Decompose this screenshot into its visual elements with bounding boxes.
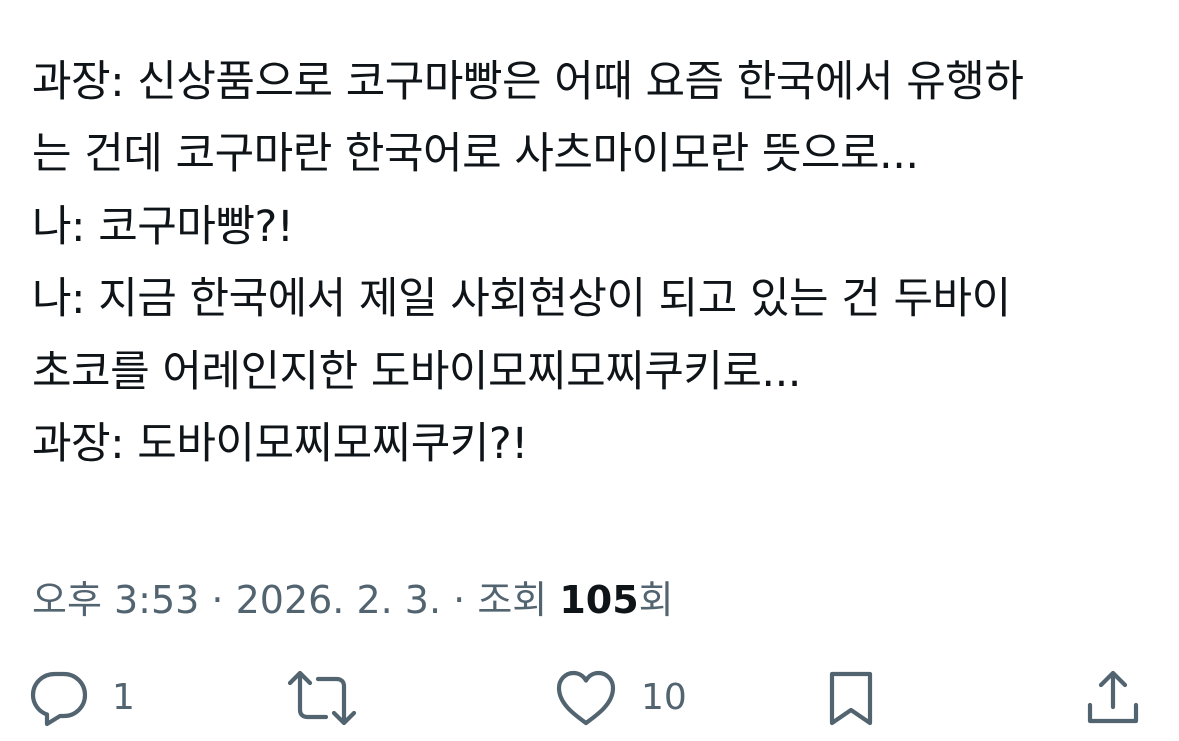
reply-button[interactable]: 1	[28, 660, 135, 736]
retweet-button[interactable]	[286, 660, 380, 736]
tweet-text-line: 과장: 신상품으로 코구마빵은 어때 요즘 한국에서 유행하	[32, 57, 1024, 107]
reply-count: 1	[112, 677, 135, 718]
heart-icon	[553, 667, 619, 729]
meta-separator: ·	[441, 578, 478, 622]
bookmark-icon	[823, 667, 879, 729]
tweet-text-line: 는 건데 코구마란 한국어로 사츠마이모란 뜻으로...	[32, 129, 919, 180]
tweet-time[interactable]: 오후 3:53	[32, 578, 199, 622]
tweet-text-line: 초코를 어레인지한 도바이모찌모찌쿠키로...	[32, 346, 801, 397]
tweet-text-line: 나: 지금 한국에서 제일 사회현상이 되고 있는 건 두바이	[32, 274, 1011, 325]
tweet-text-line: 과장: 도바이모찌모찌쿠키?!	[32, 418, 528, 469]
share-icon	[1083, 667, 1143, 729]
tweet-date[interactable]: 2026. 2. 3.	[236, 578, 441, 622]
views-count: 105	[559, 578, 639, 622]
tweet-text: 과장: 신상품으로 코구마빵은 어때 요즘 한국에서 유행하 는 건데 코구마란…	[32, 46, 1152, 480]
views-label: 조회	[477, 578, 560, 622]
meta-separator: ·	[199, 578, 236, 622]
bookmark-button[interactable]	[823, 660, 879, 736]
tweet-metadata: 오후 3:53 · 2026. 2. 3. · 조회 105회	[32, 572, 674, 628]
like-button[interactable]: 10	[553, 660, 687, 736]
share-button[interactable]	[1083, 660, 1143, 736]
tweet-text-line: 나: 코구마빵?!	[32, 201, 294, 252]
like-count: 10	[641, 677, 687, 718]
views-suffix: 회	[638, 578, 674, 622]
tweet-action-bar: 1 10	[0, 660, 1179, 736]
retweet-icon	[286, 667, 358, 729]
reply-icon	[28, 667, 90, 729]
